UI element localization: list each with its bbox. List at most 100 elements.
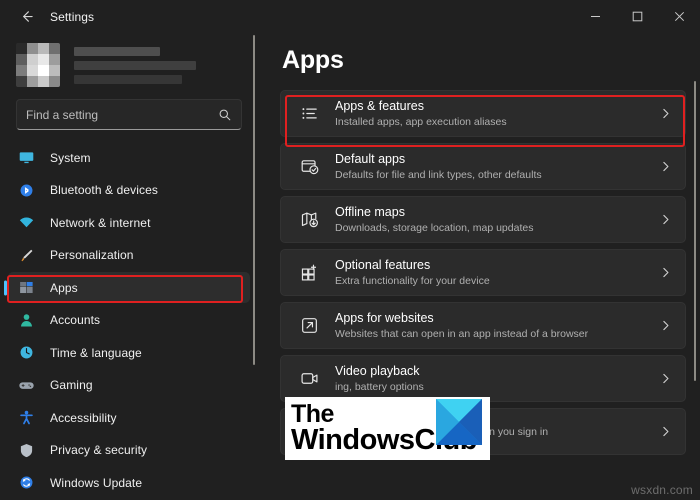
monitor-icon: [14, 148, 38, 168]
card-subtitle: Installed apps, app execution aliases: [335, 115, 659, 129]
minimize-button[interactable]: [574, 0, 616, 33]
map-download-icon: [296, 210, 322, 229]
person-icon: [14, 310, 38, 330]
watermark-site: wsxdn.com: [631, 483, 693, 497]
sidebar-item-system[interactable]: System: [8, 142, 250, 173]
account-text-redacted: [74, 47, 196, 84]
settings-card-apps-for-websites[interactable]: Apps for websitesWebsites that can open …: [280, 302, 686, 349]
card-text: Offline mapsDownloads, storage location,…: [335, 205, 659, 235]
search-input[interactable]: [26, 108, 218, 122]
account-email-redacted-2: [74, 75, 182, 84]
card-title: Video playback: [335, 364, 659, 379]
card-title: Apps & features: [335, 99, 659, 114]
chevron-right-icon[interactable]: [659, 213, 672, 226]
grid-plus-icon: [296, 263, 322, 282]
window-controls: [574, 0, 700, 33]
sidebar-scrollbar[interactable]: [253, 35, 255, 365]
video-icon: [296, 369, 322, 388]
sidebar-item-privacy-security[interactable]: Privacy & security: [8, 435, 250, 466]
account-email-redacted: [74, 61, 196, 70]
sidebar-item-network-internet[interactable]: Network & internet: [8, 207, 250, 238]
wifi-icon: [14, 213, 38, 233]
main-scrollbar[interactable]: [694, 81, 696, 381]
card-subtitle: Extra functionality for your device: [335, 274, 659, 288]
external-link-icon: [296, 316, 322, 335]
card-subtitle: Websites that can open in an app instead…: [335, 327, 659, 341]
settings-window: Settings: [0, 0, 700, 500]
game-controller-icon: [14, 375, 38, 395]
sidebar-item-label: Network & internet: [50, 216, 151, 230]
paintbrush-icon: [14, 245, 38, 265]
settings-card-offline-maps[interactable]: Offline mapsDownloads, storage location,…: [280, 196, 686, 243]
chevron-right-icon[interactable]: [659, 160, 672, 173]
sidebar-item-accessibility[interactable]: Accessibility: [8, 402, 250, 433]
sidebar-item-label: Accounts: [50, 313, 100, 327]
sidebar-item-label: Gaming: [50, 378, 93, 392]
sidebar-item-label: Accessibility: [50, 411, 117, 425]
minimize-icon: [590, 11, 601, 22]
search-icon[interactable]: [218, 108, 232, 122]
maximize-icon: [632, 11, 643, 22]
window-title: Settings: [50, 10, 94, 24]
sidebar-item-label: Privacy & security: [50, 443, 147, 457]
sidebar-item-label: Bluetooth & devices: [50, 183, 158, 197]
sidebar-item-windows-update[interactable]: Windows Update: [8, 467, 250, 498]
sidebar-item-label: System: [50, 151, 91, 165]
window-check-icon: [296, 157, 322, 176]
settings-card-default-apps[interactable]: Default appsDefaults for file and link t…: [280, 143, 686, 190]
card-text: Video playbacking, battery options: [335, 364, 659, 394]
title-bar: Settings: [0, 0, 700, 33]
shield-icon: [14, 440, 38, 460]
clock-icon: [14, 343, 38, 363]
apps-grid-icon: [14, 278, 38, 298]
back-button[interactable]: [10, 3, 42, 31]
update-refresh-icon: [14, 473, 38, 493]
card-title: Apps for websites: [335, 311, 659, 326]
sidebar-item-label: Personalization: [50, 248, 134, 262]
settings-card-apps-features[interactable]: Apps & featuresInstalled apps, app execu…: [280, 90, 686, 137]
settings-card-optional-features[interactable]: Optional featuresExtra functionality for…: [280, 249, 686, 296]
card-title: Default apps: [335, 152, 659, 167]
chevron-right-icon[interactable]: [659, 425, 672, 438]
windowsclub-logo-icon: [436, 399, 482, 445]
sidebar-item-label: Apps: [50, 281, 78, 295]
card-text: Optional featuresExtra functionality for…: [335, 258, 659, 288]
card-text: Apps & featuresInstalled apps, app execu…: [335, 99, 659, 129]
card-subtitle: Defaults for file and link types, other …: [335, 168, 659, 182]
bulleted-list-icon: [296, 104, 322, 123]
search-container: [0, 91, 258, 140]
sidebar-item-apps[interactable]: Apps: [8, 272, 250, 303]
maximize-button[interactable]: [616, 0, 658, 33]
search-box[interactable]: [16, 99, 242, 130]
card-text: Default appsDefaults for file and link t…: [335, 152, 659, 182]
sidebar: System Bluetooth & devices Network & inter…: [0, 33, 258, 500]
accessibility-icon: [14, 408, 38, 428]
card-subtitle: ing, battery options: [335, 380, 659, 394]
settings-card-video-playback[interactable]: Video playbacking, battery options: [280, 355, 686, 402]
back-arrow-icon: [19, 9, 34, 24]
chevron-right-icon[interactable]: [659, 107, 672, 120]
card-title: Offline maps: [335, 205, 659, 220]
close-icon: [674, 11, 685, 22]
watermark-logo: The WindowsClub: [285, 397, 490, 460]
sidebar-item-personalization[interactable]: Personalization: [8, 240, 250, 271]
card-subtitle: Downloads, storage location, map updates: [335, 221, 659, 235]
sidebar-item-bluetooth-devices[interactable]: Bluetooth & devices: [8, 175, 250, 206]
account-summary[interactable]: [0, 33, 258, 91]
page-title: Apps: [282, 46, 686, 75]
sidebar-nav: System Bluetooth & devices Network & inter…: [0, 140, 258, 500]
sidebar-item-label: Time & language: [50, 346, 142, 360]
card-text: Apps for websitesWebsites that can open …: [335, 311, 659, 341]
sidebar-item-time-language[interactable]: Time & language: [8, 337, 250, 368]
avatar: [16, 43, 60, 87]
card-title: Optional features: [335, 258, 659, 273]
account-name-redacted: [74, 47, 160, 56]
sidebar-item-gaming[interactable]: Gaming: [8, 370, 250, 401]
bluetooth-icon: [14, 180, 38, 200]
sidebar-item-accounts[interactable]: Accounts: [8, 305, 250, 336]
chevron-right-icon[interactable]: [659, 266, 672, 279]
chevron-right-icon[interactable]: [659, 372, 672, 385]
close-button[interactable]: [658, 0, 700, 33]
sidebar-item-label: Windows Update: [50, 476, 142, 490]
chevron-right-icon[interactable]: [659, 319, 672, 332]
